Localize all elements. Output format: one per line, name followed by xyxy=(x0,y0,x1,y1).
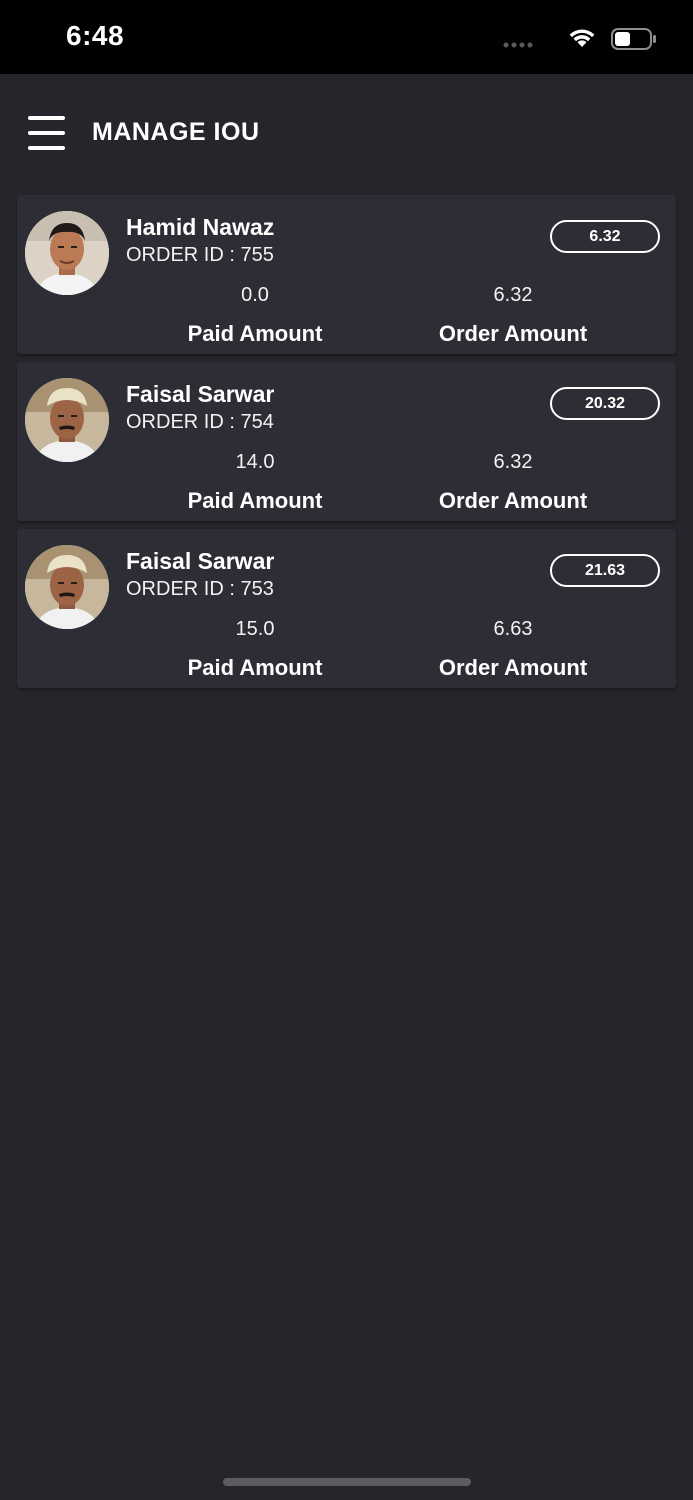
order-amount-label: Order Amount xyxy=(438,655,588,680)
customer-name: Faisal Sarwar xyxy=(126,381,275,407)
order-id: ORDER ID : 755 xyxy=(126,244,274,266)
paid-amount-label: Paid Amount xyxy=(187,488,323,513)
paid-amount-label: Paid Amount xyxy=(187,321,323,346)
iou-card[interactable]: Faisal Sarwar ORDER ID : 753 21.63 15.0 … xyxy=(17,529,676,688)
paid-amount-value: 0.0 xyxy=(241,284,269,306)
balance-badge: 20.32 xyxy=(550,387,660,420)
paid-amount-value: 15.0 xyxy=(235,618,275,640)
battery-icon xyxy=(611,28,656,50)
iou-card[interactable]: Faisal Sarwar ORDER ID : 754 20.32 14.0 … xyxy=(17,362,676,521)
order-amount-label: Order Amount xyxy=(438,321,588,346)
status-bar: 6:48 xyxy=(0,0,693,74)
wifi-icon xyxy=(569,29,595,47)
cellular-signal-icon xyxy=(503,42,533,48)
avatar xyxy=(25,211,109,295)
order-amount-value: 6.63 xyxy=(493,618,533,640)
iou-card[interactable]: Hamid Nawaz ORDER ID : 755 6.32 0.0 6.32… xyxy=(17,195,676,354)
avatar xyxy=(25,378,109,462)
customer-name: Hamid Nawaz xyxy=(126,214,275,240)
balance-badge: 21.63 xyxy=(550,554,660,587)
balance-badge: 6.32 xyxy=(550,220,660,253)
order-id: ORDER ID : 754 xyxy=(126,411,274,433)
avatar xyxy=(25,545,109,629)
order-amount-label: Order Amount xyxy=(438,488,588,513)
order-amount-value: 6.32 xyxy=(493,451,533,473)
app-header: MANAGE IOU xyxy=(0,74,693,190)
page-title: MANAGE IOU xyxy=(92,118,260,146)
iou-list: Hamid Nawaz ORDER ID : 755 6.32 0.0 6.32… xyxy=(17,195,676,696)
status-time: 6:48 xyxy=(66,20,125,51)
paid-amount-label: Paid Amount xyxy=(187,655,323,680)
hamburger-menu-icon[interactable] xyxy=(28,114,66,152)
home-indicator[interactable] xyxy=(223,1478,471,1486)
paid-amount-value: 14.0 xyxy=(235,451,275,473)
customer-name: Faisal Sarwar xyxy=(126,548,275,574)
order-amount-value: 6.32 xyxy=(493,284,533,306)
order-id: ORDER ID : 753 xyxy=(126,578,274,600)
